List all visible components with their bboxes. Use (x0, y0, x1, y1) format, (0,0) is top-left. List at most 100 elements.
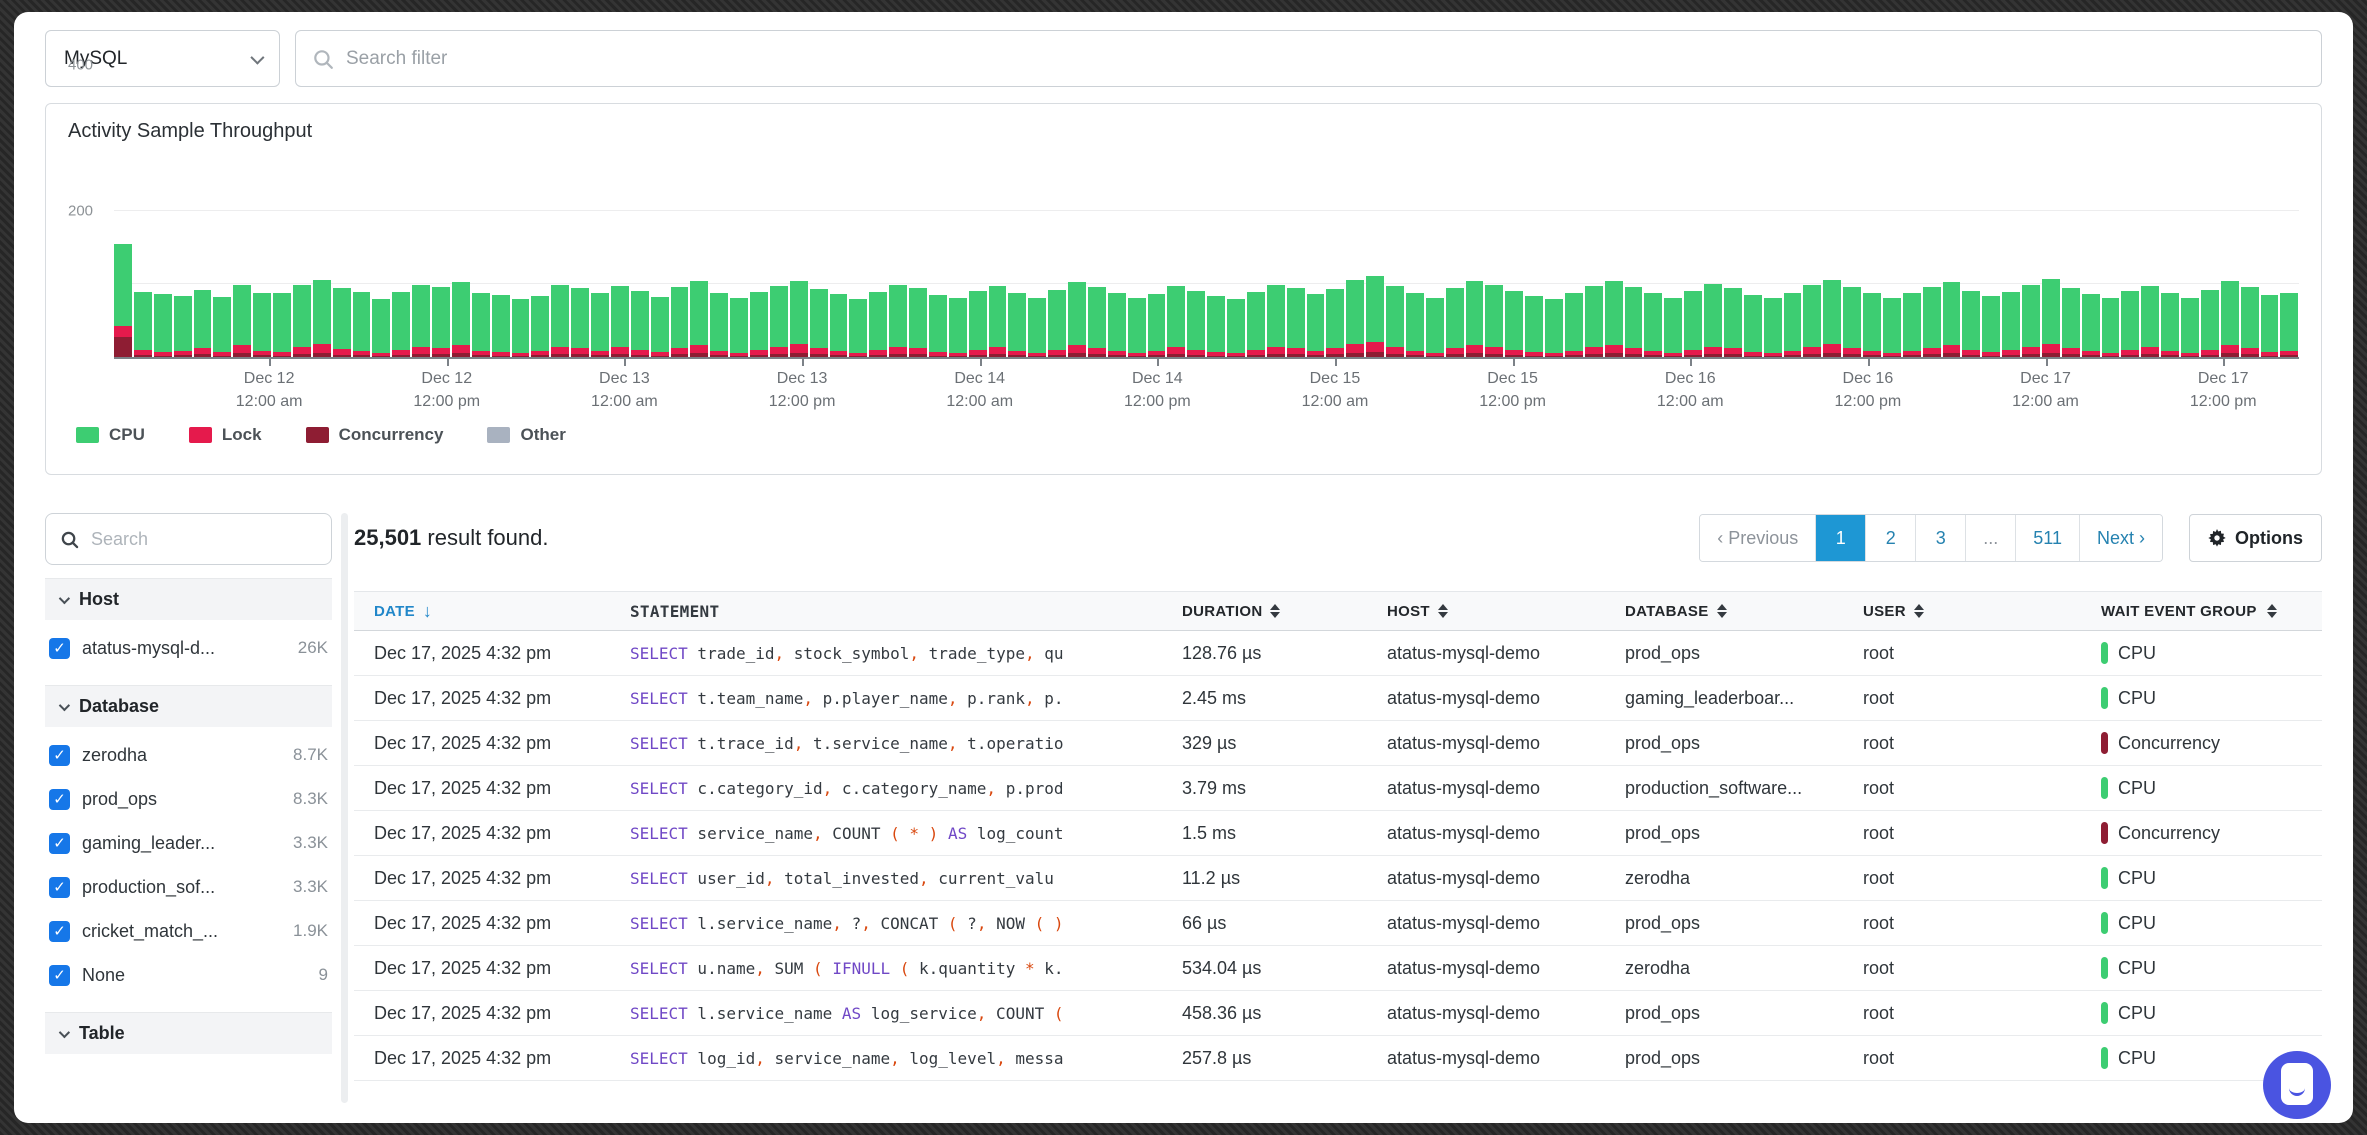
throughput-bar[interactable] (571, 288, 589, 357)
table-row[interactable]: Dec 17, 2025 4:32 pmSELECT c.category_id… (354, 766, 2322, 811)
throughput-bar[interactable] (1426, 298, 1444, 357)
throughput-bar[interactable] (1525, 296, 1543, 357)
cell-statement[interactable]: SELECT t.team_name, p.player_name, p.ran… (622, 689, 1174, 708)
throughput-bar[interactable] (2221, 281, 2239, 357)
table-row[interactable]: Dec 17, 2025 4:32 pmSELECT user_id, tota… (354, 856, 2322, 901)
cell-statement[interactable]: SELECT user_id, total_invested, current_… (622, 869, 1174, 888)
throughput-bar[interactable] (1803, 285, 1821, 357)
throughput-bar[interactable] (1088, 287, 1106, 357)
throughput-bar[interactable] (134, 292, 152, 357)
throughput-bar[interactable] (1366, 276, 1384, 357)
pagination-page-3[interactable]: 3 (1915, 515, 1965, 561)
throughput-bar[interactable] (849, 299, 867, 357)
throughput-bar[interactable] (1326, 289, 1344, 357)
throughput-bar[interactable] (611, 286, 629, 357)
checkbox-checked[interactable]: ✓ (49, 638, 70, 659)
checkbox-checked[interactable]: ✓ (49, 789, 70, 810)
column-header-wait-event-group[interactable]: WAIT EVENT GROUP (2093, 603, 2322, 620)
throughput-bar[interactable] (1784, 293, 1802, 357)
throughput-bar[interactable] (1644, 293, 1662, 357)
throughput-bar[interactable] (989, 286, 1007, 357)
throughput-bar[interactable] (671, 287, 689, 357)
throughput-bar[interactable] (432, 287, 450, 357)
column-header-database[interactable]: DATABASE (1617, 603, 1855, 620)
throughput-bar[interactable] (372, 299, 390, 357)
throughput-bar[interactable] (1485, 285, 1503, 357)
throughput-bar[interactable] (2022, 285, 2040, 357)
cell-statement[interactable]: SELECT c.category_id, c.category_name, p… (622, 779, 1174, 798)
cell-statement[interactable]: SELECT service_name, COUNT ( * ) AS log_… (622, 824, 1174, 843)
pagination-ellipsis[interactable]: ... (1965, 515, 2015, 561)
throughput-bar[interactable] (154, 294, 172, 357)
throughput-bar[interactable] (452, 282, 470, 357)
throughput-bar[interactable] (1724, 288, 1742, 357)
throughput-bar[interactable] (1883, 298, 1901, 357)
options-button[interactable]: Options (2189, 514, 2322, 562)
throughput-bar[interactable] (889, 285, 907, 357)
throughput-bar[interactable] (770, 286, 788, 357)
throughput-bar[interactable] (909, 288, 927, 357)
throughput-bar[interactable] (1287, 288, 1305, 357)
throughput-bar[interactable] (2141, 286, 2159, 357)
pagination-page-2[interactable]: 2 (1865, 515, 1915, 561)
checkbox-checked[interactable]: ✓ (49, 877, 70, 898)
table-row[interactable]: Dec 17, 2025 4:32 pmSELECT trade_id, sto… (354, 631, 2322, 676)
cell-statement[interactable]: SELECT trade_id, stock_symbol, trade_typ… (622, 644, 1174, 663)
throughput-bar[interactable] (810, 289, 828, 357)
search-filter-box[interactable] (295, 30, 2322, 87)
throughput-bar[interactable] (1466, 281, 1484, 357)
throughput-bar[interactable] (1823, 280, 1841, 357)
legend-item-cpu[interactable]: CPU (76, 425, 145, 445)
throughput-bar[interactable] (969, 291, 987, 357)
column-header-duration[interactable]: DURATION (1174, 603, 1379, 620)
throughput-bar[interactable] (1664, 298, 1682, 357)
throughput-bar[interactable] (1923, 287, 1941, 357)
throughput-bar[interactable] (1247, 292, 1265, 357)
throughput-bar[interactable] (869, 292, 887, 357)
throughput-bar[interactable] (1446, 288, 1464, 357)
throughput-bar[interactable] (213, 297, 231, 357)
throughput-bar[interactable] (2261, 295, 2279, 357)
table-row[interactable]: Dec 17, 2025 4:32 pmSELECT t.team_name, … (354, 676, 2322, 721)
column-header-statement[interactable]: STATEMENT (622, 602, 1174, 621)
sidebar-search-input[interactable] (91, 529, 317, 550)
throughput-bar[interactable] (710, 293, 728, 357)
throughput-bar[interactable] (1187, 291, 1205, 357)
throughput-bar[interactable] (1625, 287, 1643, 357)
throughput-bar[interactable] (1207, 296, 1225, 357)
throughput-bar[interactable] (2042, 279, 2060, 357)
throughput-bar[interactable] (1903, 293, 1921, 357)
cell-statement[interactable]: SELECT log_id, service_name, log_level, … (622, 1049, 1174, 1068)
throughput-bar[interactable] (1764, 298, 1782, 357)
checkbox-checked[interactable]: ✓ (49, 745, 70, 766)
throughput-bar[interactable] (2161, 293, 2179, 357)
legend-item-lock[interactable]: Lock (189, 425, 262, 445)
column-header-date[interactable]: DATE↓ (354, 601, 622, 622)
table-row[interactable]: Dec 17, 2025 4:32 pmSELECT l.service_nam… (354, 901, 2322, 946)
throughput-bar[interactable] (512, 299, 530, 357)
throughput-bar[interactable] (1167, 286, 1185, 357)
pagination-next[interactable]: Next › (2079, 515, 2162, 561)
throughput-bar[interactable] (830, 294, 848, 357)
throughput-bar[interactable] (651, 297, 669, 357)
throughput-bar[interactable] (1148, 294, 1166, 357)
throughput-bar[interactable] (750, 292, 768, 357)
throughput-bar[interactable] (531, 296, 549, 357)
column-header-user[interactable]: USER (1855, 603, 2093, 620)
table-row[interactable]: Dec 17, 2025 4:32 pmSELECT l.service_nam… (354, 991, 2322, 1036)
throughput-bar[interactable] (631, 291, 649, 357)
throughput-bar[interactable] (949, 298, 967, 357)
throughput-bar[interactable] (1565, 293, 1583, 357)
throughput-bar[interactable] (1346, 280, 1364, 357)
table-row[interactable]: Dec 17, 2025 4:32 pmSELECT service_name,… (354, 811, 2322, 856)
throughput-bar[interactable] (273, 293, 291, 357)
checkbox-checked[interactable]: ✓ (49, 921, 70, 942)
cell-statement[interactable]: SELECT u.name, SUM ( IFNULL ( k.quantity… (622, 959, 1174, 978)
throughput-bar[interactable] (1704, 284, 1722, 357)
sidebar-scrollbar[interactable] (341, 513, 348, 1103)
throughput-bar[interactable] (790, 281, 808, 357)
section-header-table[interactable]: Table (45, 1012, 332, 1054)
throughput-bar[interactable] (1068, 282, 1086, 357)
throughput-bar[interactable] (1684, 291, 1702, 357)
legend-item-other[interactable]: Other (487, 425, 565, 445)
